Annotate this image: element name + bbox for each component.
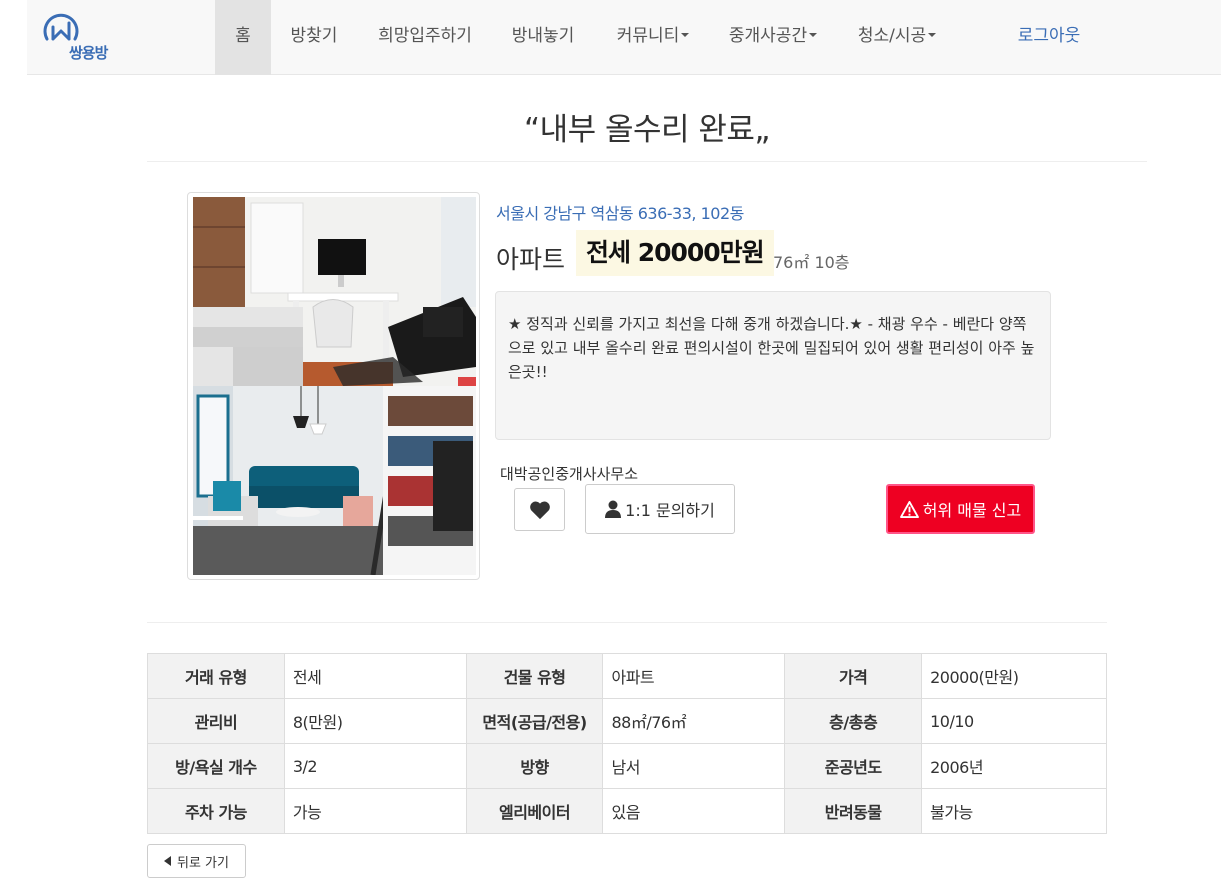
detail-label: 관리비 xyxy=(147,698,285,744)
detail-label: 건물 유형 xyxy=(465,653,604,699)
price-highlight: 전세 20000만원 xyxy=(576,230,774,276)
detail-label: 거래 유형 xyxy=(147,653,285,699)
caret-down-icon xyxy=(681,33,690,37)
detail-label: 주차 가능 xyxy=(147,788,285,834)
inquiry-label: 1:1 문의하기 xyxy=(625,501,715,520)
nav-cleaning[interactable]: 청소/시공 xyxy=(853,0,941,75)
listing-title: “내부 올수리 완료„ xyxy=(524,112,770,148)
nav-home[interactable]: 홈 xyxy=(215,0,271,75)
table-row: 거래 유형 전세 건물 유형 아파트 가격 20000(만원) xyxy=(147,653,1107,699)
detail-value: 20000(만원) xyxy=(921,653,1107,699)
table-row: 관리비 8(만원) 면적(공급/전용) 88㎡/76㎡ 층/총층 10/10 xyxy=(147,698,1107,744)
bedroom-photo[interactable] xyxy=(193,197,476,386)
divider xyxy=(147,622,1107,623)
back-label: 뒤로 가기 xyxy=(177,855,229,871)
detail-label: 가격 xyxy=(784,653,923,699)
address-link[interactable]: 서울시 강남구 역삼동 636-33, 102동 xyxy=(496,200,744,224)
detail-label: 엘리베이터 xyxy=(465,788,604,834)
back-button[interactable]: 뒤로 가기 xyxy=(147,844,246,878)
table-row: 방/욕실 개수 3/2 방향 남서 준공년도 2006년 xyxy=(147,743,1107,789)
detail-value: 10/10 xyxy=(921,698,1107,744)
details-table: 거래 유형 전세 건물 유형 아파트 가격 20000(만원) 관리비 8(만원… xyxy=(147,653,1107,834)
report-fake-listing-button[interactable]: 허위 매물 신고 xyxy=(886,484,1035,534)
property-type: 아파트 xyxy=(496,245,566,274)
nav-agent-space[interactable]: 중개사공간 xyxy=(725,0,821,75)
heart-icon xyxy=(529,501,550,519)
detail-label: 층/총층 xyxy=(784,698,923,744)
logo-text: 쌍용방 xyxy=(69,44,108,62)
detail-label: 면적(공급/전용) xyxy=(465,698,604,744)
listing-image-frame xyxy=(187,192,480,580)
nav-cleaning-label: 청소/시공 xyxy=(857,26,927,46)
detail-value: 88㎡/76㎡ xyxy=(602,698,786,744)
triangle-left-icon xyxy=(164,856,171,866)
nav-find-room[interactable]: 방찾기 xyxy=(279,0,349,75)
area-floor: 76㎡ 10층 xyxy=(773,253,850,272)
inquiry-button[interactable]: 1:1 문의하기 xyxy=(585,484,735,534)
favorite-button[interactable] xyxy=(514,488,565,531)
detail-label: 방향 xyxy=(465,743,604,789)
nav-community[interactable]: 커뮤니티 xyxy=(611,0,695,75)
logout-link[interactable]: 로그아웃 xyxy=(1009,0,1089,75)
user-icon xyxy=(605,500,622,518)
living-room-photo[interactable] xyxy=(193,386,476,575)
detail-value: 불가능 xyxy=(921,788,1107,834)
report-label: 허위 매물 신고 xyxy=(922,501,1022,520)
agency-name[interactable]: 대박공인중개사사무소 xyxy=(500,463,638,484)
nav-community-label: 커뮤니티 xyxy=(616,26,680,46)
nav-wish-move-in[interactable]: 희망입주하기 xyxy=(369,0,481,75)
divider xyxy=(147,161,1147,162)
detail-label: 준공년도 xyxy=(784,743,923,789)
detail-value: 있음 xyxy=(602,788,786,834)
detail-value: 전세 xyxy=(283,653,467,699)
logo[interactable]: 쌍용방 xyxy=(41,9,121,65)
table-row: 주차 가능 가능 엘리베이터 있음 반려동물 불가능 xyxy=(147,788,1107,834)
detail-value: 3/2 xyxy=(283,743,467,789)
detail-value: 2006년 xyxy=(921,743,1107,789)
caret-down-icon xyxy=(809,33,818,37)
detail-value: 8(만원) xyxy=(283,698,467,744)
detail-label: 반려동물 xyxy=(784,788,923,834)
caret-down-icon xyxy=(928,33,937,37)
nav-list-room[interactable]: 방내놓기 xyxy=(505,0,581,75)
warning-icon xyxy=(899,500,919,518)
detail-value: 아파트 xyxy=(602,653,786,699)
detail-label: 방/욕실 개수 xyxy=(147,743,285,789)
detail-value: 남서 xyxy=(602,743,786,789)
navbar: 쌍용방 홈 방찾기 희망입주하기 방내놓기 커뮤니티 중개사공간 청소/시공 로… xyxy=(27,0,1221,75)
detail-value: 가능 xyxy=(283,788,467,834)
description-box: ★ 정직과 신뢰를 가지고 최선을 다해 중개 하겠습니다.★ - 채광 우수 … xyxy=(495,291,1051,440)
nav-agent-space-label: 중개사공간 xyxy=(728,26,808,46)
